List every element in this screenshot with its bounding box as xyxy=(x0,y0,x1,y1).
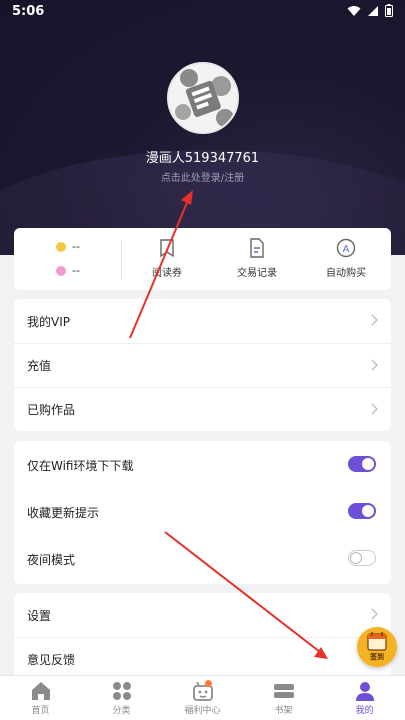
signin-label: 签到 xyxy=(370,653,384,661)
tab-mine[interactable]: 我的 xyxy=(324,676,405,720)
menu-item-label: 设置 xyxy=(27,608,52,623)
preferences-menu: 仅在Wifi环境下下载 收藏更新提示 夜间模式 xyxy=(14,441,391,584)
bookshelf-icon xyxy=(273,684,294,698)
reading-ticket-button[interactable]: 阅读券 xyxy=(127,238,207,279)
chevron-right-icon xyxy=(371,403,378,415)
divider xyxy=(121,240,122,280)
coin-value: -- xyxy=(72,240,80,253)
wifi-only-toggle[interactable] xyxy=(348,456,376,472)
menu-item-label: 意见反馈 xyxy=(27,653,76,667)
misc-menu: 设置 意见反馈 xyxy=(14,593,391,683)
menu-item-wifi-only: 仅在Wifi环境下下载 xyxy=(14,442,391,489)
auto-buy-icon: A xyxy=(336,238,356,258)
menu-item-update-notify: 收藏更新提示 xyxy=(14,489,391,536)
status-bar: 5:06 xyxy=(0,0,405,24)
toggle-knob xyxy=(350,552,362,564)
avatar[interactable] xyxy=(167,62,239,134)
menu-item-recharge[interactable]: 充值 xyxy=(14,343,391,387)
svg-text:A: A xyxy=(343,244,350,255)
auto-buy-label: 自动购买 xyxy=(326,268,366,279)
tab-category[interactable]: 分类 xyxy=(81,676,162,720)
menu-item-settings[interactable]: 设置 xyxy=(14,593,391,637)
chevron-right-icon xyxy=(371,359,378,371)
calendar-icon xyxy=(367,632,387,651)
update-notify-toggle[interactable] xyxy=(348,503,376,519)
home-icon xyxy=(31,682,50,700)
wifi-icon xyxy=(347,5,361,16)
login-link[interactable]: 点击此处登录/注册 xyxy=(0,169,405,184)
grid-icon xyxy=(112,682,131,700)
tab-home[interactable]: 首页 xyxy=(0,676,81,720)
transactions-label: 交易记录 xyxy=(237,268,277,279)
coin-icon xyxy=(56,265,66,276)
document-icon xyxy=(250,238,264,258)
tab-welfare[interactable]: 福利中心 xyxy=(162,676,243,720)
reading-ticket-label: 阅读券 xyxy=(152,268,182,279)
tab-label: 书架 xyxy=(274,706,293,716)
signin-button[interactable]: 签到 xyxy=(357,627,397,667)
auto-buy-button[interactable]: A 自动购买 xyxy=(306,238,386,279)
bottom-tab-bar: 首页 分类 福利中心 书架 我的 xyxy=(0,675,405,720)
status-time: 5:06 xyxy=(12,4,45,19)
username[interactable]: 漫画人519347761 xyxy=(0,147,405,166)
tab-bookshelf[interactable]: 书架 xyxy=(243,676,324,720)
menu-item-label: 夜间模式 xyxy=(27,553,76,567)
wallet-card: -- -- 阅读券 交易记录 A 自动购买 xyxy=(14,228,391,290)
menu-item-vip[interactable]: 我的VIP xyxy=(14,299,391,343)
avatar-image xyxy=(169,64,237,132)
chevron-right-icon xyxy=(371,608,378,620)
menu-item-purchased[interactable]: 已购作品 xyxy=(14,387,391,431)
battery-icon xyxy=(385,4,393,17)
toggle-knob xyxy=(362,505,374,517)
menu-item-label: 已购作品 xyxy=(27,403,76,417)
account-menu: 我的VIP 充值 已购作品 xyxy=(14,299,391,431)
notification-dot xyxy=(205,680,212,687)
coin-value: -- xyxy=(72,264,80,277)
menu-item-label: 仅在Wifi环境下下载 xyxy=(27,459,134,473)
person-icon xyxy=(355,682,374,701)
tab-label: 分类 xyxy=(112,706,131,716)
tab-label: 我的 xyxy=(355,706,374,716)
coin-icon xyxy=(56,241,66,252)
menu-item-night-mode: 夜间模式 xyxy=(14,536,391,583)
tab-label: 福利中心 xyxy=(184,706,221,716)
menu-item-label: 收藏更新提示 xyxy=(27,506,100,520)
night-mode-toggle[interactable] xyxy=(348,550,376,566)
signal-icon xyxy=(368,5,378,16)
menu-item-label: 充值 xyxy=(27,359,52,373)
menu-item-label: 我的VIP xyxy=(27,314,70,329)
tab-label: 首页 xyxy=(31,706,50,716)
toggle-knob xyxy=(362,458,374,470)
chevron-right-icon xyxy=(371,314,378,326)
transactions-button[interactable]: 交易记录 xyxy=(217,238,297,279)
ticket-icon xyxy=(160,239,174,258)
coin-balance-1[interactable]: -- xyxy=(56,240,80,253)
coin-balance-2[interactable]: -- xyxy=(56,264,80,277)
